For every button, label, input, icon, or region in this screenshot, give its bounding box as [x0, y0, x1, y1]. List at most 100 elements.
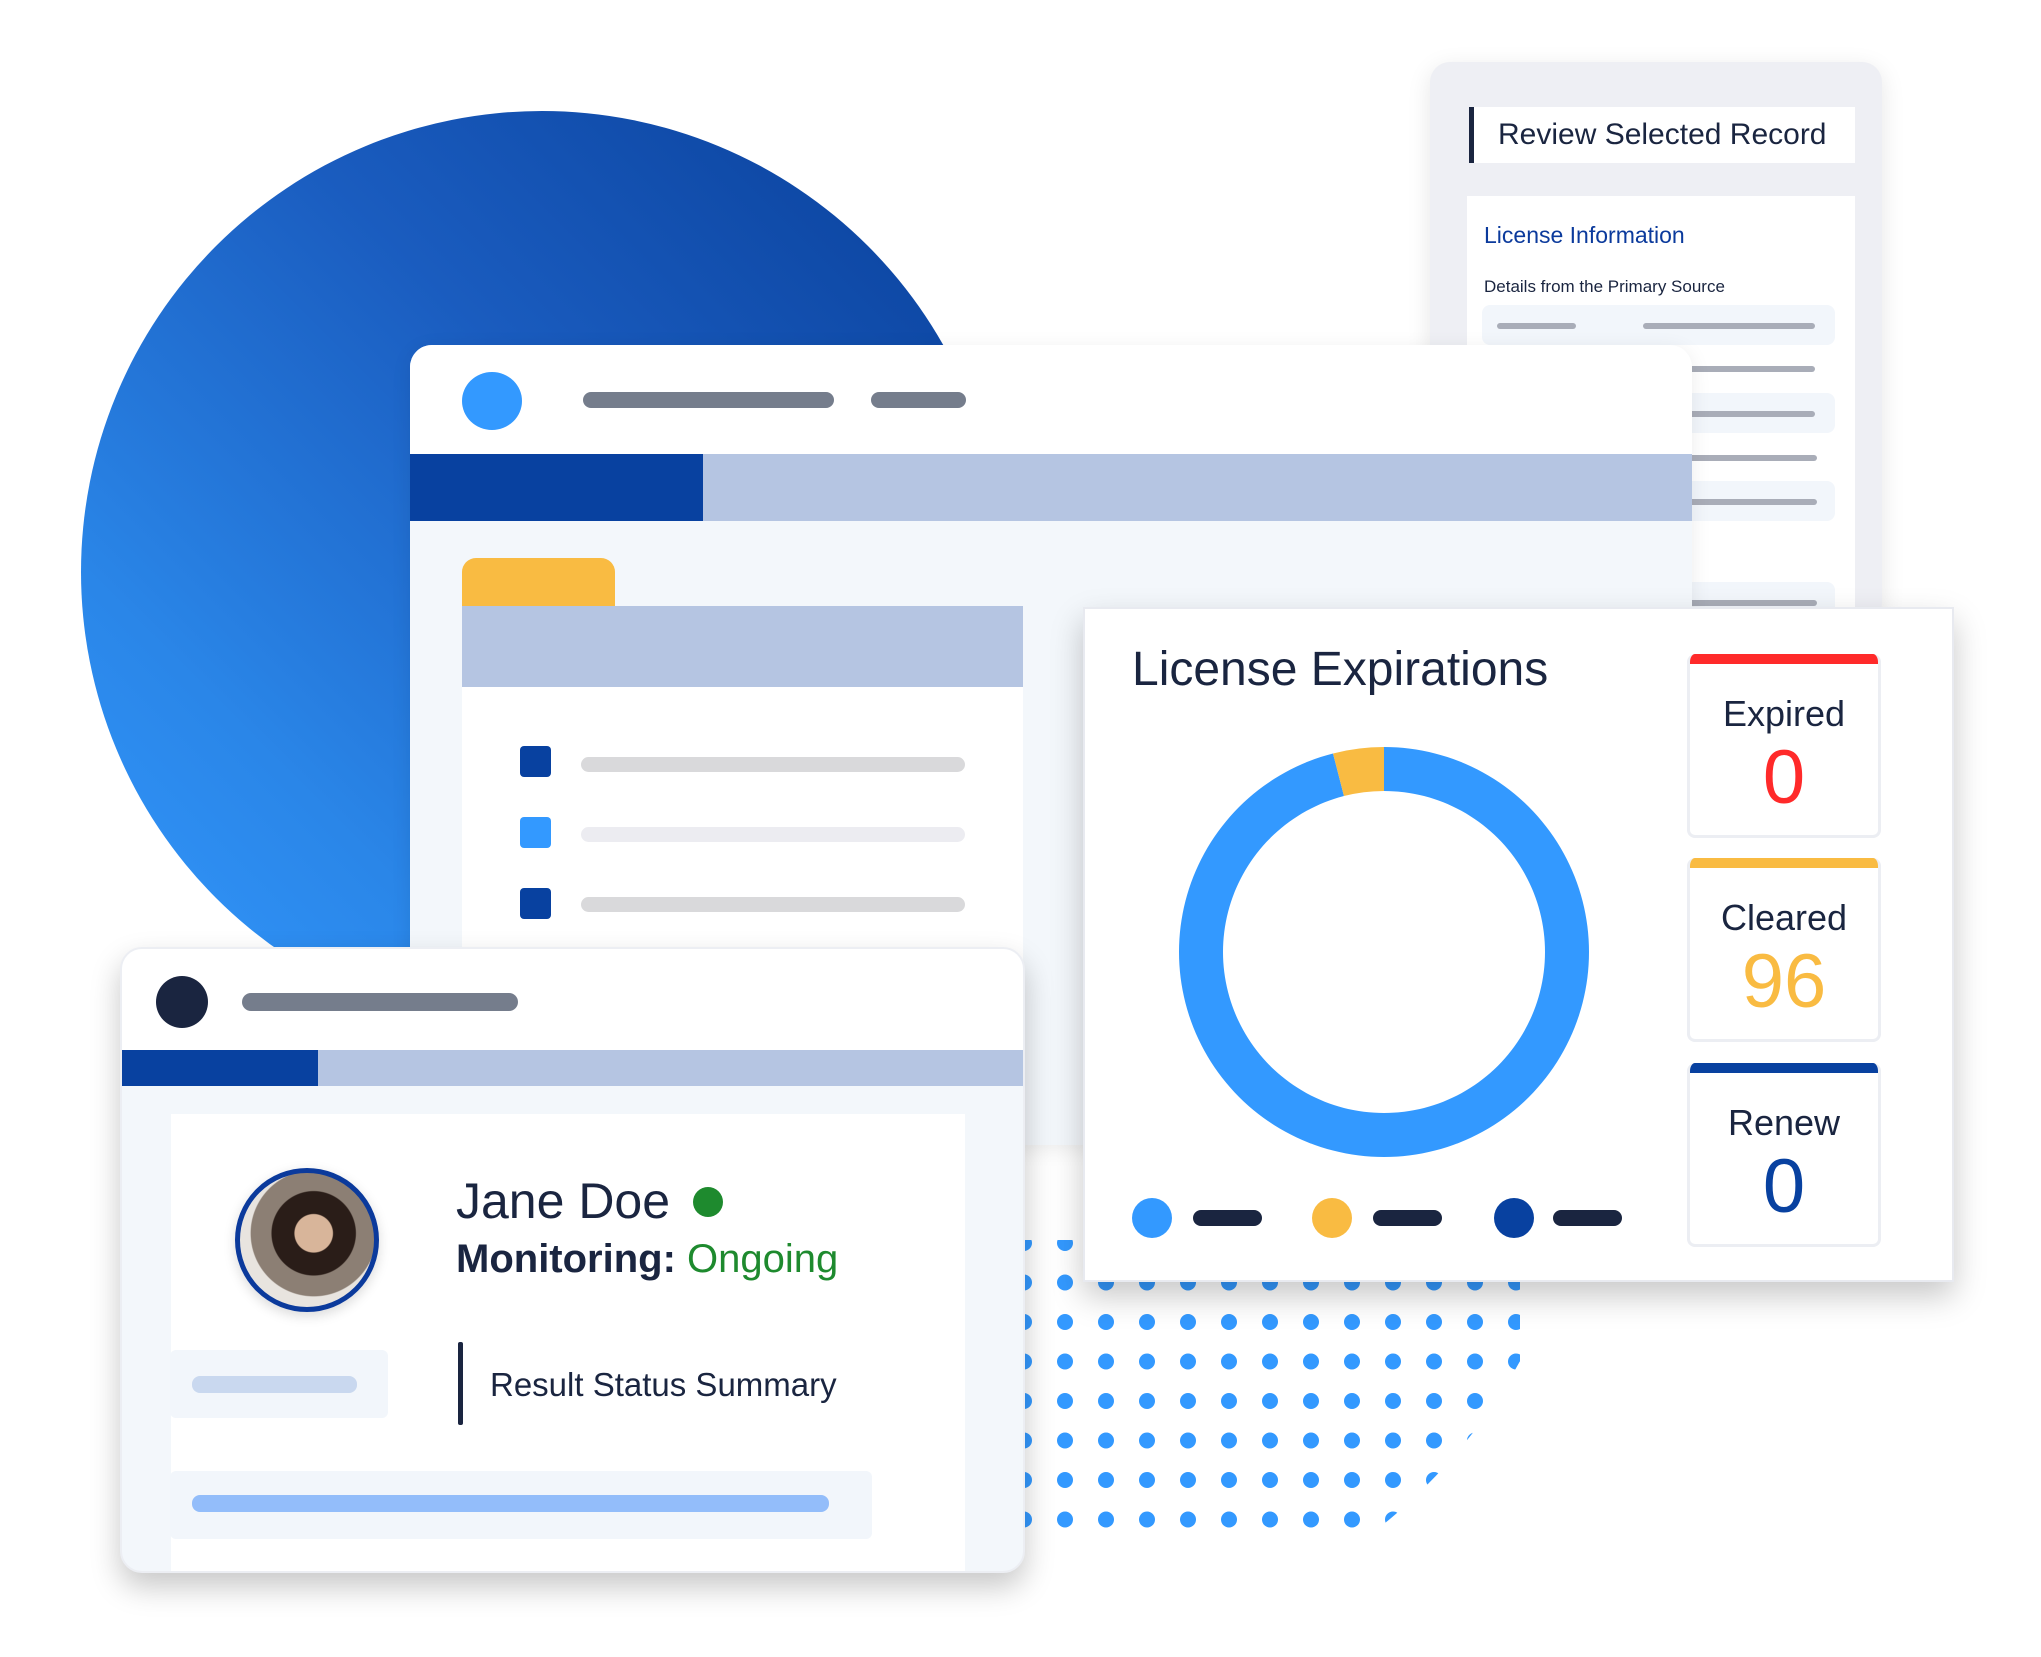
detail-value-placeholder: [1643, 323, 1815, 329]
info-placeholder: [192, 1376, 357, 1393]
decorative-dot: [1139, 1511, 1155, 1528]
stat-renew[interactable]: Renew 0: [1687, 1063, 1881, 1247]
decorative-dot: [1426, 1511, 1442, 1528]
list-item-checkbox[interactable]: [520, 888, 551, 919]
decorative-dot: [1467, 1314, 1483, 1330]
decorative-dot: [1098, 1353, 1114, 1370]
legend-label-placeholder: [1553, 1210, 1622, 1226]
decorative-dot: [1180, 1353, 1196, 1370]
list-item-placeholder: [581, 757, 965, 772]
decorative-dot: [1221, 1353, 1237, 1370]
list-item-placeholder: [581, 827, 965, 842]
decorative-dot: [1057, 1274, 1073, 1291]
decorative-dot: [1426, 1472, 1442, 1488]
profile-nav-active-tab[interactable]: [122, 1050, 318, 1086]
decorative-dot: [1426, 1393, 1442, 1409]
title-placeholder: [242, 993, 518, 1011]
decorative-dot: [1508, 1511, 1520, 1528]
decorative-dot: [1344, 1432, 1360, 1449]
decorative-dot: [1139, 1314, 1155, 1330]
stat-value: 0: [1762, 735, 1806, 820]
decorative-dot: [1467, 1353, 1483, 1370]
list-item-placeholder: [581, 897, 965, 912]
decorative-dot: [1180, 1393, 1196, 1409]
panel-tab[interactable]: [462, 558, 615, 608]
stat-value: 96: [1741, 939, 1827, 1024]
decorative-dot: [1467, 1393, 1483, 1409]
stat-expired[interactable]: Expired 0: [1687, 654, 1881, 838]
decorative-dot: [1221, 1472, 1237, 1488]
decorative-dot: [1303, 1432, 1319, 1449]
decorative-dot: [1057, 1353, 1073, 1370]
panel-header: [462, 606, 1023, 687]
result-status-summary-heading: Result Status Summary: [490, 1366, 837, 1403]
decorative-dot: [1098, 1472, 1114, 1488]
stat-label: Cleared: [1720, 897, 1848, 938]
decorative-dot: [1057, 1393, 1073, 1409]
donut-chart: [1179, 747, 1589, 1157]
stat-value: 0: [1762, 1144, 1806, 1229]
decorative-dot: [1426, 1314, 1442, 1330]
decorative-dot: [1098, 1432, 1114, 1449]
decorative-dot: [1303, 1353, 1319, 1370]
decorative-dot: [1139, 1393, 1155, 1409]
list-item-checkbox[interactable]: [520, 746, 551, 777]
stat-cleared[interactable]: Cleared 96: [1687, 858, 1881, 1042]
decorative-dot: [1508, 1393, 1520, 1409]
decorative-dot: [1098, 1314, 1114, 1330]
decorative-dot: [1467, 1472, 1483, 1488]
decorative-dot: [1508, 1314, 1520, 1330]
review-record-header: Review Selected Record: [1469, 107, 1855, 163]
decorative-dot: [1057, 1511, 1073, 1528]
donut-slice-1: [1179, 747, 1589, 1157]
list-item-checkbox[interactable]: [520, 817, 551, 848]
monitoring-value: Ongoing: [687, 1237, 839, 1281]
main-nav-bar: [410, 454, 1692, 521]
decorative-dot: [1262, 1314, 1278, 1330]
main-nav-active-tab[interactable]: [410, 454, 703, 521]
person-name: Jane Doe: [456, 1173, 671, 1229]
decorative-dot: [1467, 1511, 1483, 1528]
decorative-dot: [1057, 1472, 1073, 1488]
decorative-dot: [1344, 1353, 1360, 1370]
subtitle-placeholder: [871, 392, 966, 408]
online-status-icon: [693, 1187, 723, 1217]
decorative-dot: [1508, 1432, 1520, 1449]
decorative-dot: [1139, 1432, 1155, 1449]
decorative-dot: [1180, 1511, 1196, 1528]
decorative-dot: [1057, 1240, 1073, 1251]
detail-label-placeholder: [1497, 323, 1576, 329]
decorative-dot: [1262, 1393, 1278, 1409]
decorative-dot: [1180, 1472, 1196, 1488]
profile-nav-bar: [122, 1050, 1023, 1086]
stat-accent-bar: [1690, 654, 1878, 664]
legend-dot-2: [1312, 1198, 1352, 1238]
license-information-subtitle: Details from the Primary Source: [1484, 277, 1725, 296]
legend-dot-3: [1494, 1198, 1534, 1238]
legend-label-placeholder: [1193, 1210, 1262, 1226]
decorative-dot: [1385, 1511, 1401, 1528]
decorative-dot: [1221, 1511, 1237, 1528]
decorative-dot: [1303, 1393, 1319, 1409]
decorative-dot: [1303, 1314, 1319, 1330]
decorative-dot: [1098, 1511, 1114, 1528]
title-placeholder: [583, 392, 834, 408]
decorative-dot: [1344, 1314, 1360, 1330]
decorative-dot: [1344, 1393, 1360, 1409]
decorative-dot: [1303, 1472, 1319, 1488]
avatar: [235, 1168, 379, 1312]
decorative-dot: [1344, 1511, 1360, 1528]
progress-placeholder: [192, 1495, 829, 1512]
decorative-dot: [1426, 1353, 1442, 1370]
decorative-dot: [1385, 1393, 1401, 1409]
app-logo-icon: [156, 976, 208, 1028]
legend-dot-1: [1132, 1198, 1172, 1238]
decorative-dot: [1180, 1314, 1196, 1330]
stat-label: Renew: [1727, 1102, 1841, 1143]
stat-accent-bar: [1690, 858, 1878, 868]
decorative-dot: [1426, 1432, 1442, 1449]
decorative-dot: [1221, 1393, 1237, 1409]
decorative-dot: [1180, 1432, 1196, 1449]
decorative-dot: [1467, 1432, 1483, 1449]
decorative-dot: [1385, 1353, 1401, 1370]
